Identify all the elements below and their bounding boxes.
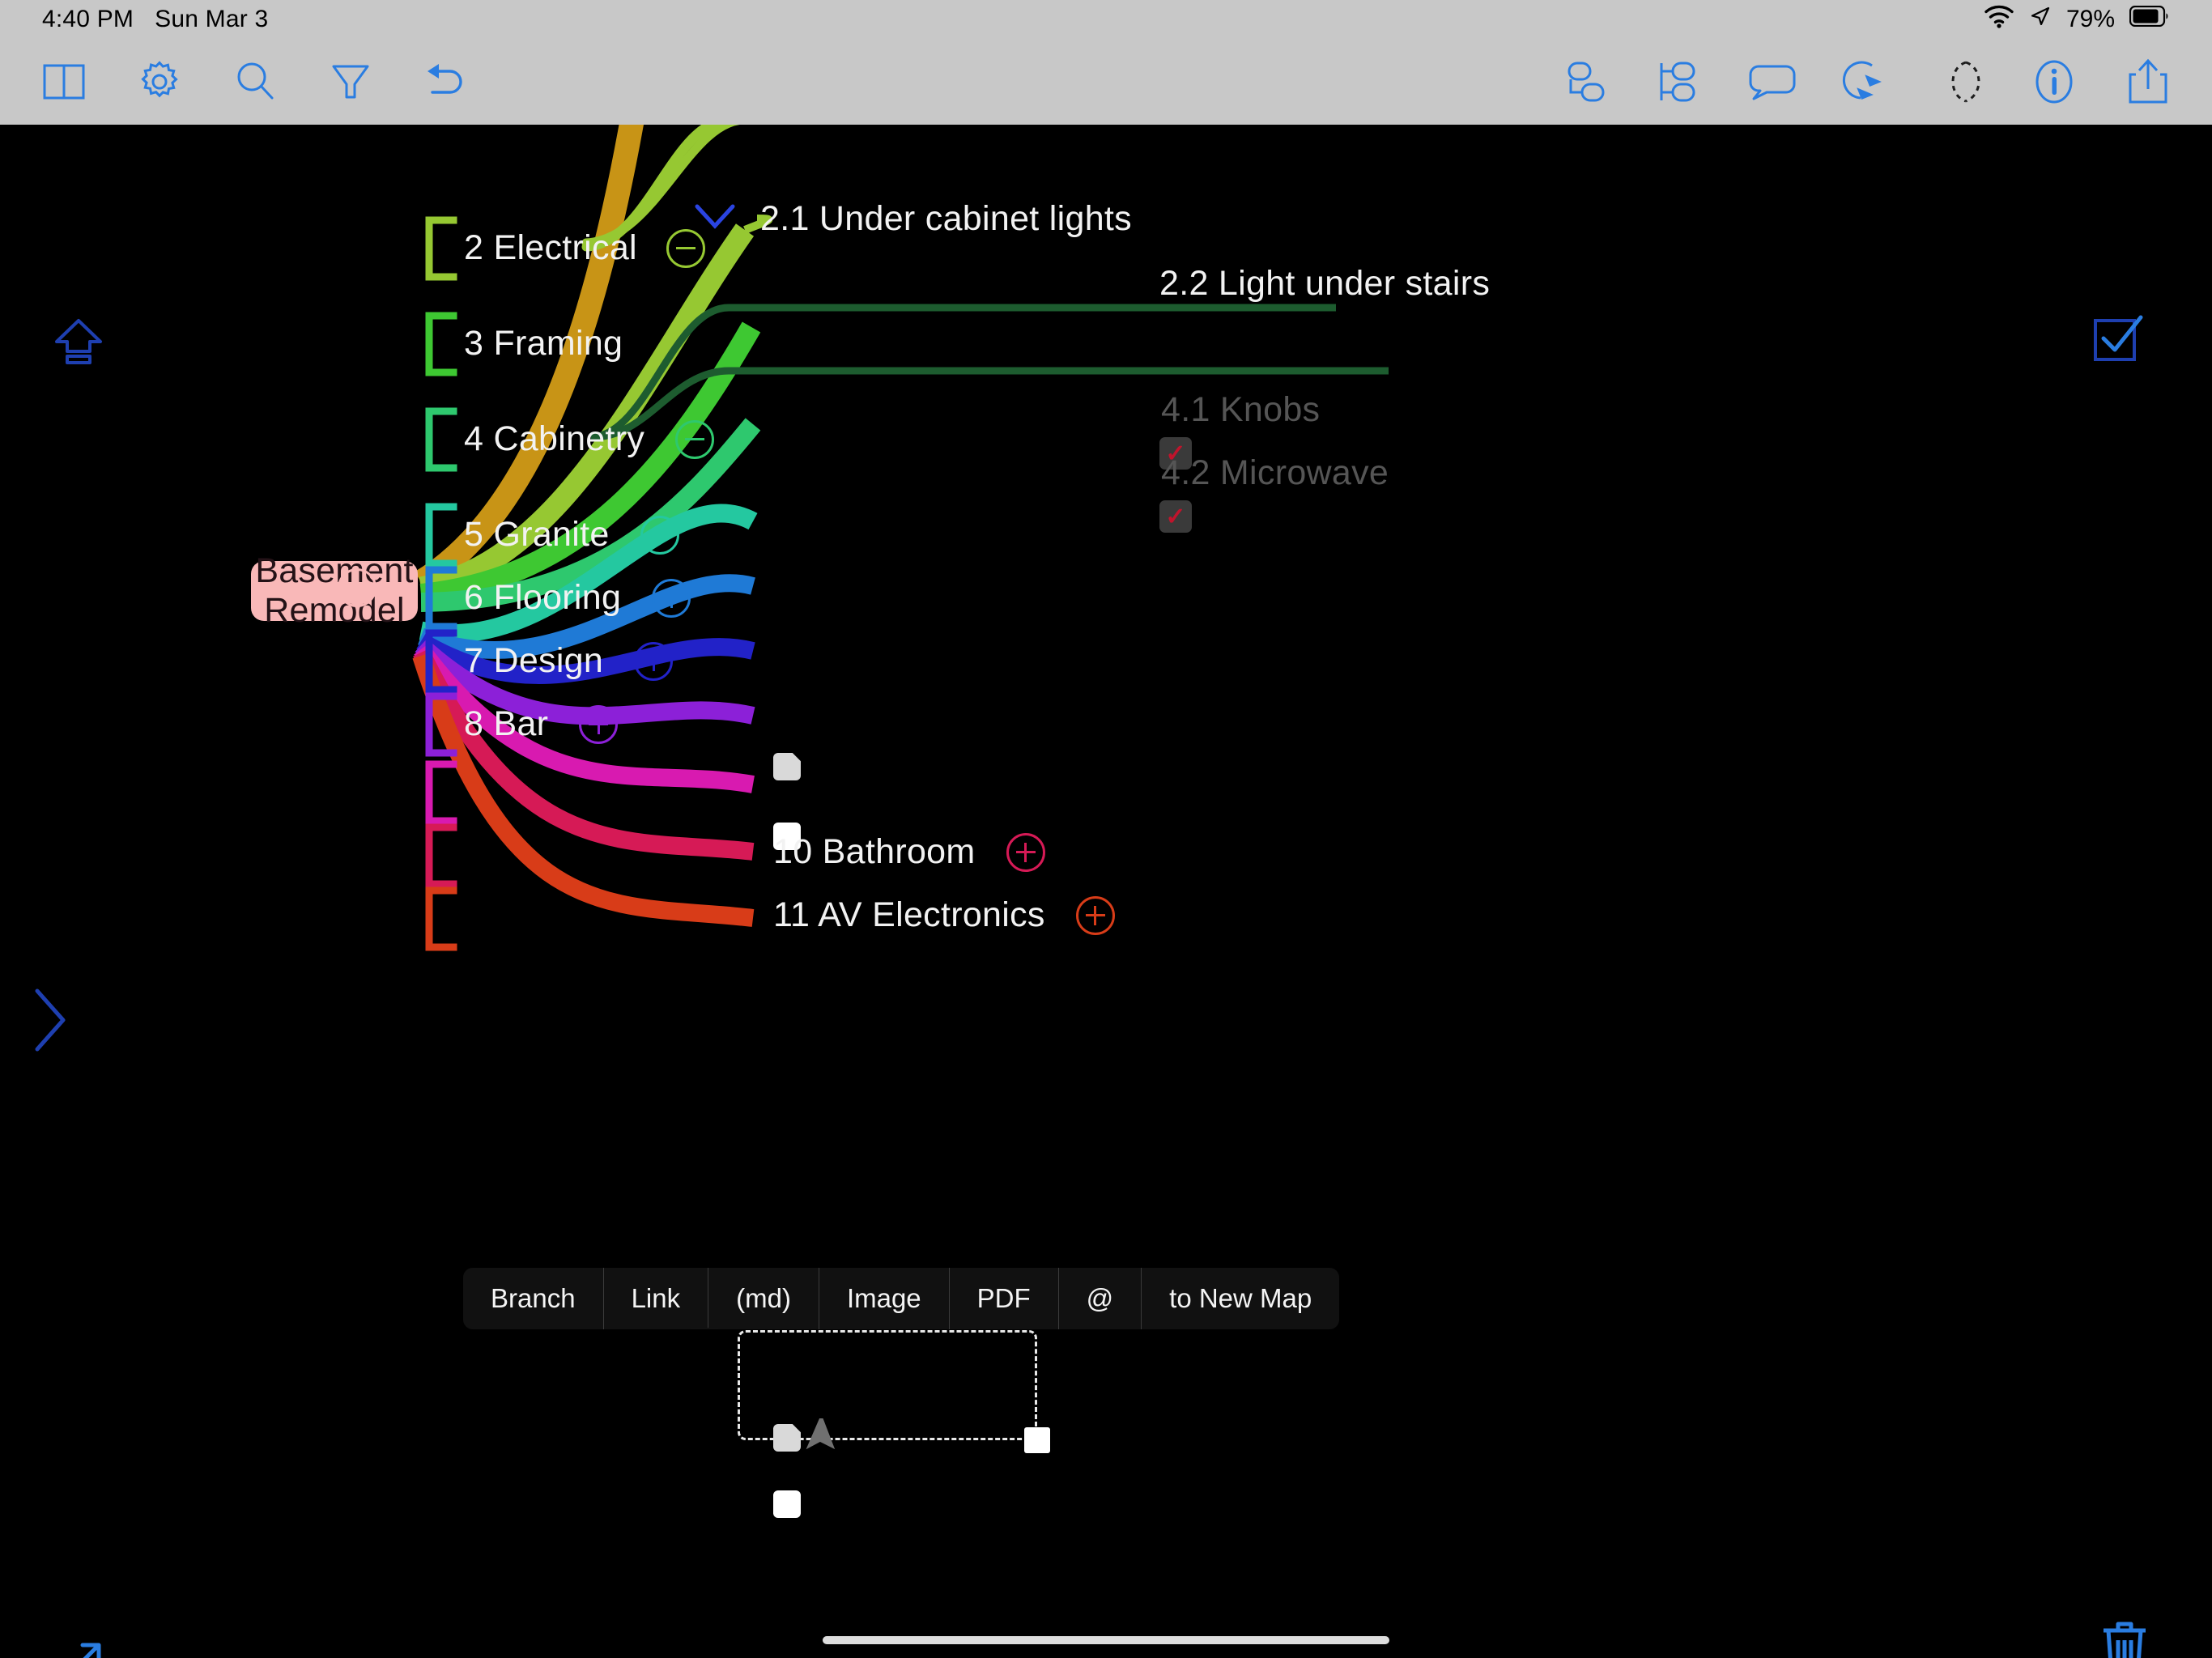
node-10-expand-toggle[interactable] (1006, 832, 1045, 872)
status-time: 4:40 PM (42, 6, 134, 32)
context-menu-item-to-new-map[interactable]: to New Map (1142, 1268, 1339, 1329)
context-menu-item-branch[interactable]: Branch (463, 1268, 604, 1329)
node-5-expand-toggle[interactable] (640, 515, 679, 555)
node-7-label: 7 Design (464, 641, 604, 680)
share-icon[interactable] (2121, 55, 2175, 108)
node-3-label: 3 Framing (464, 324, 623, 363)
node-4-2-microwave[interactable]: 4.2 Microwave (1161, 453, 1389, 493)
go-to-parent-arrow-icon[interactable] (50, 312, 107, 373)
child-connectors-electrical (581, 125, 742, 252)
root-collapse-toggle[interactable] (338, 568, 376, 607)
node-context-menu[interactable]: Branch Link (md) Image PDF @ to New Map (463, 1268, 1340, 1329)
root-node[interactable]: Basement Remodel (251, 551, 418, 630)
node-11-note-icon[interactable] (773, 1490, 801, 1518)
node-5-label: 5 Granite (464, 515, 610, 554)
node-3-framing[interactable]: 3 Framing (464, 324, 623, 363)
node-7-expand-toggle[interactable] (634, 641, 674, 681)
node-4-2-label: 4.2 Microwave (1161, 453, 1389, 492)
lasso-select-icon[interactable] (1933, 55, 1987, 108)
undo-icon[interactable] (419, 55, 473, 108)
node-2-2-light-under-stairs[interactable]: 2.2 Light under stairs (1159, 264, 1490, 304)
node-4-1-knobs[interactable]: 4.1 Knobs (1161, 390, 1320, 430)
node-4-label: 4 Cabinetry (464, 419, 645, 458)
node-6-flooring[interactable]: 6 Flooring (464, 578, 691, 618)
home-indicator[interactable] (823, 1636, 1389, 1644)
battery-icon (2129, 5, 2170, 33)
node-8-expand-toggle[interactable] (579, 704, 619, 744)
node-4-cabinetry[interactable]: 4 Cabinetry (464, 419, 715, 459)
status-date: Sun Mar 3 (155, 6, 269, 32)
gear-icon[interactable] (133, 55, 186, 108)
touch-cursor-icon (802, 1414, 847, 1463)
node-6-label: 6 Flooring (464, 578, 622, 617)
chevron-right-icon[interactable] (24, 981, 76, 1063)
trash-icon[interactable] (2094, 1616, 2155, 1658)
context-menu-item-md[interactable]: (md) (708, 1268, 819, 1329)
node-2-2-label: 2.2 Light under stairs (1159, 264, 1491, 303)
node-2-1-under-cabinet-lights[interactable]: 2.1 Under cabinet lights (692, 199, 1132, 239)
status-bar: 4:40 PM Sun Mar 3 79% (0, 0, 2212, 39)
relationship-arrow-icon[interactable] (1840, 55, 1893, 108)
node-2-label: 2 Electrical (464, 228, 637, 267)
node-8-bar[interactable]: 8 Bar (464, 704, 619, 744)
node-11-expand-toggle[interactable] (1075, 895, 1115, 935)
node-8-label: 8 Bar (464, 704, 549, 743)
status-bar-right: 79% (1984, 4, 2170, 35)
expand-diagonal-icon[interactable] (47, 1632, 112, 1658)
node-11-label: 11 AV Electronics (773, 895, 1045, 934)
app-root: 4:40 PM Sun Mar 3 79% Basement Remodel 2… (0, 0, 2212, 1658)
checkbox-checked-icon[interactable] (2087, 311, 2146, 373)
wifi-icon (1984, 4, 2014, 35)
context-menu-item-link[interactable]: Link (604, 1268, 709, 1329)
context-menu-item-pdf[interactable]: PDF (950, 1268, 1059, 1329)
chevron-down-icon[interactable] (692, 202, 738, 236)
context-menu-item-image[interactable]: Image (819, 1268, 950, 1329)
filter-funnel-icon[interactable] (324, 55, 377, 108)
node-6-expand-toggle[interactable] (652, 578, 691, 618)
add-child-icon[interactable] (1652, 55, 1705, 108)
toolbar-left-group (37, 55, 473, 108)
status-bar-left: 4:40 PM Sun Mar 3 (42, 6, 268, 33)
node-5-granite[interactable]: 5 Granite (464, 515, 679, 555)
node-4-2-checkbox[interactable]: ✓ (1159, 500, 1192, 533)
selection-rectangle[interactable] (738, 1330, 1037, 1440)
node-2-1-label: 2.1 Under cabinet lights (760, 199, 1132, 238)
location-arrow-icon (2029, 5, 2052, 34)
node-7-design[interactable]: 7 Design (464, 641, 674, 681)
toolbar-right-group (1558, 55, 2175, 108)
root-node-label: Basement Remodel (255, 551, 414, 630)
node-10-label: 10 Bathroom (773, 832, 976, 871)
add-sibling-icon[interactable] (1558, 55, 1611, 108)
node-2-electrical[interactable]: 2 Electrical (464, 228, 705, 268)
sidebar-book-icon[interactable] (37, 55, 91, 108)
battery-percent: 79% (2065, 6, 2115, 32)
mindmap-canvas[interactable]: Basement Remodel 2 Electrical 2.1 Under … (0, 125, 2212, 1658)
node-11-av-electronics[interactable]: 11 AV Electronics (773, 895, 1115, 935)
info-icon[interactable] (2027, 55, 2081, 108)
node-10-bathroom[interactable]: 10 Bathroom (773, 832, 1045, 872)
node-4-1-label: 4.1 Knobs (1161, 390, 1321, 429)
context-menu-item-at[interactable]: @ (1059, 1268, 1142, 1329)
search-icon[interactable] (228, 55, 282, 108)
comment-icon[interactable] (1746, 55, 1799, 108)
app-toolbar (0, 39, 2212, 125)
node-4-collapse-toggle[interactable] (675, 419, 715, 459)
selection-handle-bottom-right[interactable] (1024, 1427, 1050, 1453)
